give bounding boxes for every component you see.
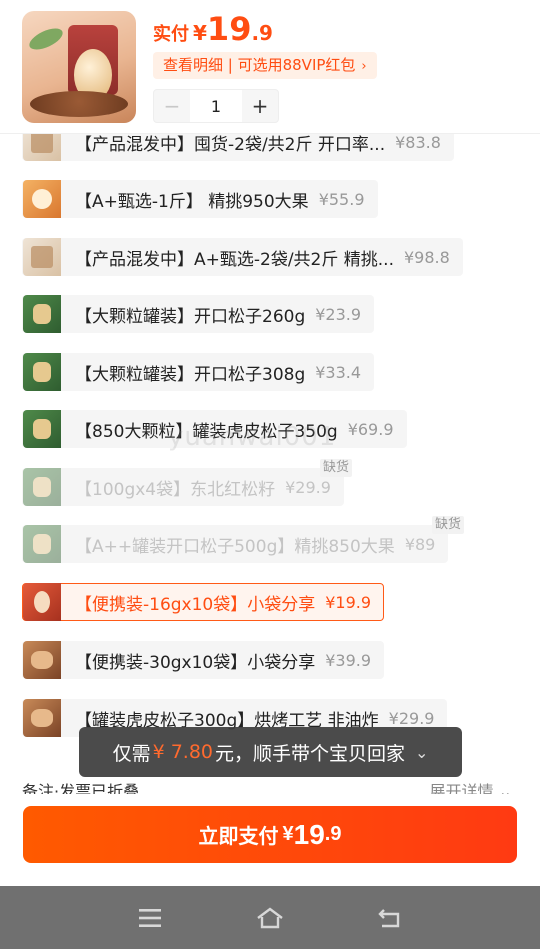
price-integer: 19: [293, 818, 325, 850]
option-name: 【100gx4袋】东北红松籽: [75, 479, 276, 500]
price-detail-text: 查看明细 | 可选用88VIP红包: [163, 56, 356, 74]
option-price: ¥23.9: [315, 304, 362, 324]
chevron-down-icon: ⌄: [415, 742, 429, 762]
option-thumbnail: [23, 410, 61, 448]
option-thumbnail: [23, 525, 61, 563]
price-decimal: .9: [251, 21, 273, 45]
option-name: 【大颗粒罐装】开口松子308g: [75, 364, 306, 385]
sku-option[interactable]: 【大颗粒罐装】开口松子308g ¥33.4: [22, 353, 375, 391]
sheet-header: 实付 ¥ 19 .9 查看明细 | 可选用88VIP红包 › − 1 +: [0, 0, 540, 134]
option-thumbnail: [23, 468, 61, 506]
pay-now-button[interactable]: 立即支付 ¥ 19 .9: [23, 806, 517, 863]
option-thumbnail: [23, 699, 61, 737]
toast-amount: ¥ 7.80: [152, 741, 214, 763]
quantity-stepper: − 1 +: [153, 89, 279, 123]
option-price: ¥69.9: [347, 419, 394, 439]
option-name: 【产品混发中】A+甄选-2袋/共2斤 精挑...: [75, 249, 394, 270]
toast-prefix: 仅需: [112, 742, 151, 765]
home-icon[interactable]: [240, 886, 300, 949]
price-integer: 19: [206, 10, 252, 48]
currency-symbol: ¥: [282, 823, 294, 845]
price-decimal: .9: [324, 823, 342, 845]
option-name: 【便携装-30gx10袋】小袋分享: [75, 652, 316, 673]
option-price: ¥29.9: [388, 708, 435, 728]
option-thumbnail: [23, 641, 61, 679]
out-of-stock-badge: 缺货: [320, 459, 353, 477]
menu-icon[interactable]: [120, 886, 180, 949]
out-of-stock-badge: 缺货: [432, 516, 465, 534]
toast-suffix: 元，顺手带个宝贝回家: [215, 742, 406, 765]
quantity-value[interactable]: 1: [190, 90, 242, 122]
option-price: ¥29.9: [285, 477, 331, 497]
sku-selection-sheet: 实付 ¥ 19 .9 查看明细 | 可选用88VIP红包 › − 1 + 【产品混…: [0, 0, 540, 949]
option-thumbnail: [23, 295, 61, 333]
option-thumbnail: [23, 238, 61, 276]
option-name: 【A+甄选-1斤】 精挑950大果: [75, 191, 309, 212]
sku-option[interactable]: 【产品混发中】A+甄选-2袋/共2斤 精挑... ¥98.8: [22, 238, 463, 276]
option-price: ¥83.8: [395, 132, 441, 152]
chevron-right-icon: ›: [361, 59, 367, 74]
plate-image: [30, 91, 128, 117]
option-thumbnail: [23, 180, 61, 218]
sku-option-selected[interactable]: 【便携装-16gx10袋】小袋分享 ¥19.9: [22, 583, 385, 621]
price-detail-link[interactable]: 查看明细 | 可选用88VIP红包 ›: [153, 52, 377, 79]
pay-bar: 立即支付 ¥ 19 .9: [0, 794, 540, 886]
actual-price: 实付 ¥ 19 .9: [153, 10, 273, 50]
sku-option[interactable]: 【便携装-30gx10袋】小袋分享 ¥39.9: [22, 641, 385, 679]
option-price: ¥55.9: [318, 189, 365, 209]
option-price: ¥19.9: [325, 592, 372, 612]
decrease-button[interactable]: −: [154, 90, 190, 122]
increase-button[interactable]: +: [242, 90, 278, 122]
upsell-toast[interactable]: 仅需 ¥ 7.80 元，顺手带个宝贝回家 ⌄: [79, 727, 462, 777]
option-name: 【便携装-16gx10袋】小袋分享: [75, 594, 316, 615]
sku-option[interactable]: 【A+甄选-1斤】 精挑950大果 ¥55.9: [22, 180, 378, 218]
option-price: ¥39.9: [325, 650, 372, 670]
actual-price-label: 实付: [153, 24, 189, 45]
option-thumbnail: [23, 583, 61, 621]
back-icon[interactable]: [360, 886, 420, 949]
system-nav-bar: [0, 886, 540, 949]
currency-symbol: ¥: [193, 21, 207, 45]
sku-option-out-of-stock[interactable]: 【100gx4袋】东北红松籽 ¥29.9: [22, 468, 344, 506]
product-image[interactable]: [22, 11, 136, 123]
option-price: ¥33.4: [315, 362, 362, 382]
sku-option[interactable]: 【大颗粒罐装】开口松子260g ¥23.9: [22, 295, 375, 333]
watermark: yuanwai001: [168, 422, 337, 452]
sku-option-out-of-stock[interactable]: 【A++罐装开口松子500g】精挑850大果 ¥89: [22, 525, 449, 563]
pay-now-label: 立即支付: [198, 826, 279, 848]
option-name: 【大颗粒罐装】开口松子260g: [75, 306, 306, 327]
option-name: 【A++罐装开口松子500g】精挑850大果: [75, 536, 395, 557]
option-price: ¥98.8: [403, 247, 450, 267]
option-price: ¥89: [404, 534, 436, 554]
leaf-decoration: [26, 24, 66, 54]
option-thumbnail: [23, 353, 61, 391]
